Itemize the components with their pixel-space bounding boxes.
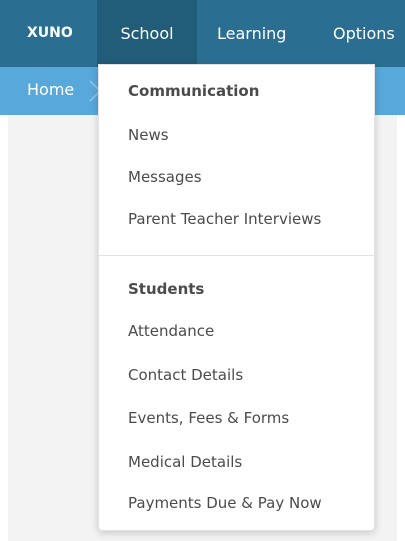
menu-item-attendance[interactable]: Attendance (128, 319, 214, 343)
nav-item-school[interactable]: School (97, 0, 197, 67)
menu-item-parent-teacher-interviews[interactable]: Parent Teacher Interviews (128, 207, 321, 231)
menu-section-heading-students: Students (128, 280, 205, 298)
menu-item-payments-due-pay-now[interactable]: Payments Due & Pay Now (128, 491, 322, 515)
breadcrumb-home-link[interactable]: Home (27, 67, 74, 115)
app-window: XUNO School Learning Options Home Commun… (0, 0, 405, 541)
nav-item-options[interactable]: Options (333, 0, 395, 67)
menu-divider (99, 255, 374, 256)
top-navigation-bar: XUNO School Learning Options (0, 0, 405, 67)
brand-logo[interactable]: XUNO (27, 0, 87, 67)
nav-item-learning[interactable]: Learning (217, 0, 286, 67)
menu-item-messages[interactable]: Messages (128, 165, 202, 189)
menu-item-events-fees-forms[interactable]: Events, Fees & Forms (128, 406, 289, 430)
menu-item-news[interactable]: News (128, 123, 169, 147)
menu-item-contact-details[interactable]: Contact Details (128, 363, 243, 387)
school-dropdown-menu: Communication News Messages Parent Teach… (98, 64, 375, 531)
menu-item-medical-details[interactable]: Medical Details (128, 450, 242, 474)
menu-section-heading-communication: Communication (128, 82, 260, 100)
